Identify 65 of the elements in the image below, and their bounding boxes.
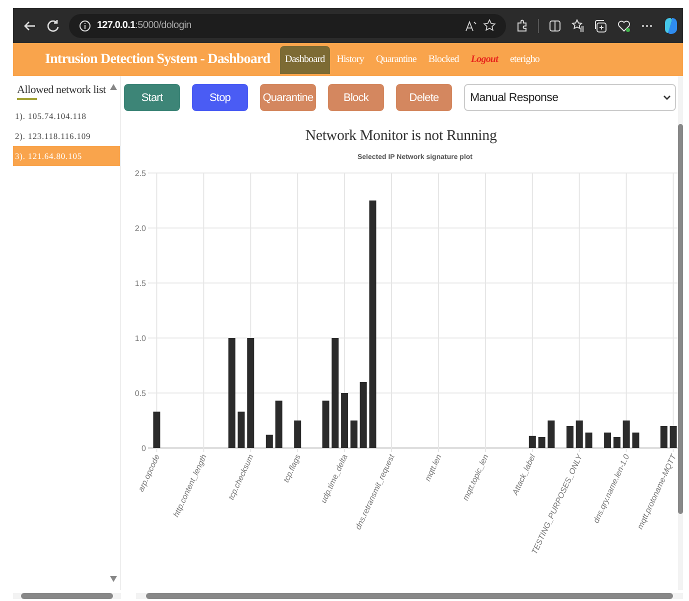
chevron-down-icon [663, 94, 671, 100]
action-button[interactable]: Delete [396, 84, 452, 111]
bar [576, 420, 583, 448]
scroll-up-icon[interactable] [110, 84, 117, 90]
back-icon[interactable] [23, 18, 37, 32]
star-icon[interactable] [483, 19, 496, 32]
network-item[interactable]: 2). 123.118.116.109 [13, 126, 120, 146]
nav-link[interactable]: History [332, 47, 369, 72]
bar [632, 432, 640, 448]
bar [670, 426, 677, 448]
bar [275, 400, 282, 448]
y-tick-label: 1.5 [134, 279, 146, 288]
info-icon[interactable] [79, 20, 91, 32]
network-item[interactable]: 3). 121.64.80.105 [13, 146, 120, 166]
bar [604, 432, 612, 448]
bar [238, 412, 245, 448]
bar [660, 426, 668, 448]
app-title: Intrusion Detection System - Dashboard [45, 52, 272, 68]
title-underline [17, 98, 37, 100]
y-tick-label: 1.0 [134, 334, 146, 343]
collections-icon[interactable] [594, 18, 608, 32]
bar [350, 420, 358, 448]
bar [294, 420, 302, 448]
bar [266, 434, 273, 448]
y-tick-label: 0.5 [134, 389, 146, 398]
bar [322, 400, 330, 448]
url-host: 127.0.0.1 [97, 20, 136, 31]
y-tick-label: 0 [142, 444, 146, 453]
bar [622, 420, 630, 448]
scroll-down-icon[interactable] [110, 576, 117, 582]
url-path: :5000/dologin [135, 20, 192, 31]
action-button[interactable]: Start [124, 84, 180, 111]
sidebar-title: Allowed network list [17, 84, 106, 96]
bar [341, 393, 348, 448]
puzzle-icon[interactable] [515, 18, 529, 32]
nav-link[interactable]: eterigho [504, 47, 545, 72]
nav-link[interactable]: Quarantine [370, 47, 422, 72]
scroll-thumb[interactable] [678, 124, 683, 514]
bar [528, 436, 536, 448]
action-button[interactable]: Block [328, 84, 384, 111]
read-aloud-icon[interactable] [465, 20, 477, 32]
y-tick-label: 2.5 [134, 169, 146, 178]
bar [548, 420, 555, 448]
favorites-icon[interactable] [571, 18, 585, 32]
network-item[interactable]: 1). 105.74.104.118 [13, 106, 120, 126]
copilot-icon[interactable] [663, 16, 679, 34]
bar [585, 432, 592, 448]
bar [153, 412, 160, 448]
status-heading: Network Monitor is not Running [304, 128, 498, 145]
bar [360, 382, 367, 448]
y-tick-label: 2.0 [134, 224, 146, 233]
nav-link[interactable]: Blocked [423, 47, 464, 72]
vertical-scrollbar[interactable] [678, 76, 683, 590]
bar [538, 437, 546, 448]
response-select[interactable]: Manual Response [464, 84, 676, 111]
action-button[interactable]: Stop [192, 84, 248, 111]
bar [566, 426, 574, 448]
address-bar[interactable]: 127.0.0.1:5000/dologin [69, 14, 506, 38]
heart-icon[interactable] [617, 18, 631, 32]
bar [613, 437, 620, 448]
nav-link[interactable]: Logout [466, 47, 503, 72]
action-button[interactable]: Quarantine [260, 84, 316, 111]
reload-icon[interactable] [46, 18, 60, 32]
split-screen-icon[interactable] [548, 18, 562, 32]
nav-link[interactable]: Dashboard [280, 46, 330, 74]
